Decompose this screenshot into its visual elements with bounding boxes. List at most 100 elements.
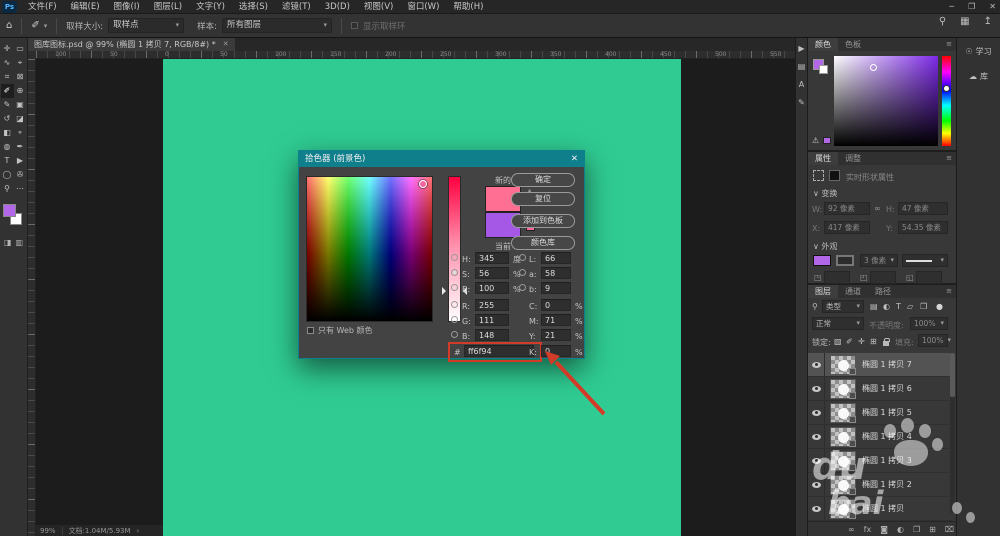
healing-brush-tool[interactable]: ⊕: [14, 84, 27, 98]
opacity-field[interactable]: 100%: [910, 317, 948, 330]
layer-row[interactable]: 椭圆 1 拷贝 6: [808, 377, 952, 401]
filter-type-layers-icon[interactable]: T: [896, 302, 901, 311]
b-lab-field[interactable]: 9: [541, 282, 571, 294]
new-layer-icon[interactable]: ⊞: [929, 525, 936, 534]
menu-type[interactable]: 文字(Y): [189, 0, 232, 14]
lock-artboard-icon[interactable]: ⊞: [870, 337, 877, 346]
brush-tool[interactable]: ✎: [1, 98, 14, 112]
history-brush-tool[interactable]: ↺: [1, 112, 14, 126]
status-options-caret[interactable]: ›: [137, 527, 140, 535]
x-field[interactable]: 417 像素: [824, 221, 870, 234]
layer-thumbnail[interactable]: [830, 355, 856, 375]
menu-layer[interactable]: 图层(L): [147, 0, 189, 14]
menu-image[interactable]: 图像(I): [107, 0, 147, 14]
lock-pixels-icon[interactable]: ✐: [846, 337, 853, 346]
dialog-close-icon[interactable]: ✕: [571, 151, 578, 167]
filter-toggle-icon[interactable]: ●: [936, 302, 943, 311]
link-layers-icon[interactable]: ∞: [848, 525, 855, 534]
scrollbar-thumb[interactable]: [950, 353, 955, 397]
h-radio[interactable]: [451, 254, 458, 261]
menu-help[interactable]: 帮助(H): [446, 0, 490, 14]
sample-size-dropdown[interactable]: 取样点: [108, 18, 184, 33]
layer-thumbnail[interactable]: [830, 379, 856, 399]
ruler-origin-box[interactable]: [28, 51, 36, 59]
hue-slider[interactable]: [942, 56, 951, 146]
info-panel-icon[interactable]: ▤: [798, 62, 806, 71]
g-field[interactable]: 111: [475, 314, 509, 326]
s-field[interactable]: 56: [475, 267, 509, 279]
brush-panel-icon[interactable]: ✎: [798, 98, 805, 107]
web-colors-only-option[interactable]: 只有 Web 颜色: [307, 325, 373, 336]
tab-channels[interactable]: 通道: [838, 285, 868, 298]
s-radio[interactable]: [451, 269, 458, 276]
color-field-marker[interactable]: [870, 64, 877, 71]
search-icon[interactable]: ⚲: [939, 16, 946, 27]
character-panel-icon[interactable]: A: [799, 80, 804, 89]
a-radio[interactable]: [519, 269, 526, 276]
layer-thumbnail[interactable]: [830, 451, 856, 471]
bg-mini-swatch[interactable]: [819, 65, 828, 74]
y-field[interactable]: 54.35 像素: [898, 221, 948, 234]
layer-thumbnail[interactable]: [830, 427, 856, 447]
slider-marker-left[interactable]: [442, 287, 450, 295]
layer-row[interactable]: 椭圆 1 拷贝 5: [808, 401, 952, 425]
gradient-tool[interactable]: ◧: [1, 126, 14, 140]
shape-tool[interactable]: ◯: [1, 168, 14, 182]
clone-stamp-tool[interactable]: ▣: [14, 98, 27, 112]
restore-button[interactable]: ❐: [968, 0, 975, 14]
link-dimensions-icon[interactable]: ∞: [874, 204, 881, 213]
frame-tool[interactable]: ⊠: [14, 70, 27, 84]
b2-field[interactable]: 148: [475, 329, 509, 341]
layer-mask-icon[interactable]: ◙: [880, 525, 888, 534]
sample-dropdown[interactable]: 所有图层: [222, 18, 332, 33]
eyedropper-tool[interactable]: ✐: [1, 84, 14, 98]
color-gradient-field[interactable]: [834, 56, 938, 146]
layer-row[interactable]: 椭圆 1 拷贝 3: [808, 449, 952, 473]
appearance-section-header[interactable]: ∨ 外观: [813, 241, 837, 252]
layer-effects-icon[interactable]: fx: [864, 525, 872, 534]
menu-filter[interactable]: 滤镜(T): [275, 0, 318, 14]
gamut-swatch[interactable]: [823, 137, 831, 144]
panel-menu-icon[interactable]: ≡: [946, 152, 956, 165]
gamut-warning-icon[interactable]: ⚠: [812, 136, 819, 145]
add-to-swatches-button[interactable]: 添加到色板: [511, 214, 575, 228]
layer-name[interactable]: 椭圆 1 拷贝 2: [862, 479, 912, 490]
layer-name[interactable]: 椭圆 1 拷贝 6: [862, 383, 912, 394]
m-field[interactable]: 71: [541, 314, 571, 326]
visibility-eye-icon[interactable]: [812, 386, 821, 392]
r-field[interactable]: 255: [475, 299, 509, 311]
a-field[interactable]: 58: [541, 267, 571, 279]
fill-field[interactable]: 100%: [918, 334, 948, 347]
web-colors-checkbox[interactable]: [307, 327, 314, 334]
layer-row[interactable]: 椭圆 1 拷贝 4: [808, 425, 952, 449]
stroke-type-dropdown[interactable]: [902, 254, 948, 267]
menu-file[interactable]: 文件(F): [21, 0, 64, 14]
layer-name[interactable]: 椭圆 1 拷贝 5: [862, 407, 912, 418]
layer-group-icon[interactable]: ❒: [913, 525, 920, 534]
ok-button[interactable]: 确定: [511, 173, 575, 187]
zoom-level[interactable]: 99%: [40, 527, 56, 535]
layer-filter-dropdown[interactable]: 类型: [822, 300, 864, 313]
layer-name[interactable]: 椭圆 1 拷贝 7: [862, 359, 912, 370]
stroke-align-icon[interactable]: ◳: [814, 273, 822, 282]
move-tool[interactable]: ✛: [1, 42, 14, 56]
learn-panel-button[interactable]: ☉ 学习: [965, 46, 991, 57]
adjustment-layer-icon[interactable]: ◐: [897, 525, 904, 534]
visibility-eye-icon[interactable]: [812, 458, 821, 464]
quick-mask-button[interactable]: ◨: [4, 238, 12, 247]
eye-cell[interactable]: [808, 473, 825, 496]
eye-cell[interactable]: [808, 377, 825, 400]
b-lab-radio[interactable]: [519, 284, 526, 291]
foreground-color-swatch[interactable]: [3, 204, 16, 217]
color-spectrum-field[interactable]: [306, 176, 433, 322]
layer-search-icon[interactable]: ⚲: [812, 302, 818, 311]
menu-view[interactable]: 视图(V): [357, 0, 400, 14]
stroke-width-field[interactable]: 3 像素: [860, 254, 898, 267]
panel-menu-icon[interactable]: ≡: [946, 285, 956, 298]
more-tools-button[interactable]: ⋯: [14, 182, 27, 196]
dialog-title-bar[interactable]: 拾色器 (前景色) ✕: [299, 151, 584, 167]
y-field[interactable]: 21: [541, 329, 571, 341]
filter-smart-objects-icon[interactable]: ❐: [920, 302, 927, 311]
menu-select[interactable]: 选择(S): [232, 0, 275, 14]
home-icon[interactable]: ⌂: [6, 20, 12, 31]
